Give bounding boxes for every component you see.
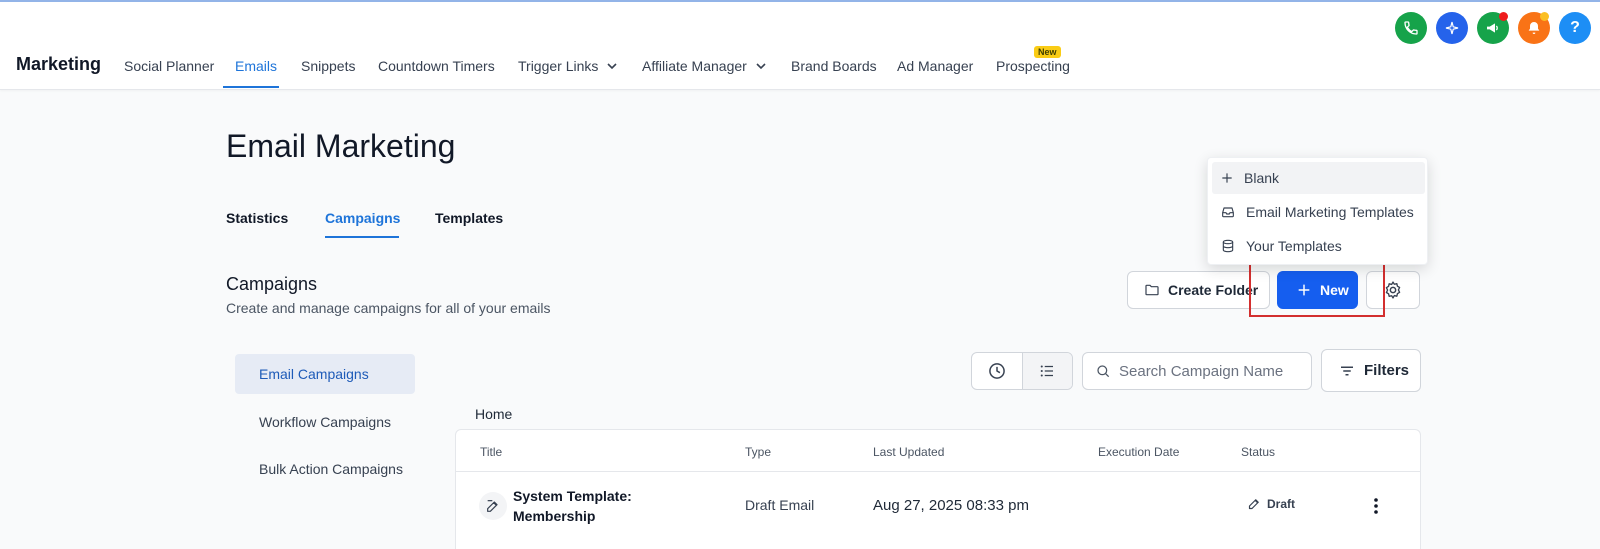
draft-email-icon — [479, 492, 507, 520]
column-header-title[interactable]: Title — [480, 445, 502, 459]
tab-statistics[interactable]: Statistics — [226, 210, 288, 226]
folder-icon — [1145, 284, 1159, 296]
menu-item-email-marketing-templates[interactable]: Email Marketing Templates — [1212, 196, 1425, 228]
nav-emails[interactable]: Emails — [235, 58, 277, 74]
sidebar-item-email-campaigns[interactable]: Email Campaigns — [235, 354, 415, 394]
column-header-status[interactable]: Status — [1241, 445, 1275, 459]
bell-icon — [1528, 22, 1540, 34]
announcements-button[interactable] — [1477, 12, 1509, 44]
help-button[interactable]: ? — [1559, 12, 1591, 44]
settings-button[interactable] — [1366, 271, 1420, 309]
nav-snippets[interactable]: Snippets — [301, 58, 355, 74]
unread-dot — [1499, 12, 1508, 21]
page-title: Email Marketing — [226, 128, 456, 164]
nav-trigger-links[interactable]: Trigger Links — [518, 58, 618, 74]
sidebar-item-bulk-action-campaigns[interactable]: Bulk Action Campaigns — [235, 449, 415, 489]
column-header-type[interactable]: Type — [745, 445, 771, 459]
gear-icon — [1385, 281, 1401, 299]
column-header-execution-date[interactable]: Execution Date — [1098, 445, 1179, 459]
status-badge: Draft — [1247, 496, 1295, 511]
phone-button[interactable] — [1395, 12, 1427, 44]
nav-active-indicator — [223, 86, 279, 88]
header-divider — [456, 471, 1420, 472]
recent-view-button[interactable] — [972, 353, 1022, 389]
sidebar-item-workflow-campaigns[interactable]: Workflow Campaigns — [235, 402, 415, 442]
nav-prospecting[interactable]: Prospecting — [996, 58, 1070, 74]
campaign-title[interactable]: System Template: Membership — [513, 486, 673, 526]
new-badge: New — [1034, 46, 1061, 58]
search-icon — [1097, 365, 1110, 378]
more-vertical-icon — [1374, 498, 1378, 514]
edit-icon — [487, 500, 498, 512]
chevron-down-icon — [607, 63, 617, 70]
section-title: Campaigns — [226, 274, 318, 294]
create-folder-button[interactable]: Create Folder — [1127, 271, 1270, 309]
search-box — [1082, 352, 1312, 390]
nav-ad-manager[interactable]: Ad Manager — [897, 58, 973, 74]
nav-countdown-timers[interactable]: Countdown Timers — [378, 58, 495, 74]
new-campaign-menu: Blank Email Marketing Templates Your Tem… — [1207, 157, 1428, 265]
tab-templates[interactable]: Templates — [435, 210, 503, 226]
database-icon — [1222, 239, 1234, 253]
clock-icon — [989, 363, 1005, 379]
help-icon: ? — [1570, 19, 1580, 36]
app-brand: Marketing — [16, 54, 102, 74]
phone-icon — [1404, 21, 1418, 35]
nav-social-planner[interactable]: Social Planner — [124, 58, 214, 74]
top-navigation-bar: Marketing Social Planner Emails Snippets… — [0, 2, 1600, 90]
column-header-last-updated[interactable]: Last Updated — [873, 445, 944, 459]
nav-brand-boards[interactable]: Brand Boards — [791, 58, 877, 74]
megaphone-icon — [1487, 23, 1498, 33]
edit-icon — [1248, 499, 1259, 510]
row-actions-button[interactable] — [1368, 494, 1384, 518]
campaigns-table: Title Type Last Updated Execution Date S… — [455, 429, 1421, 549]
plus-icon — [1222, 173, 1232, 183]
list-icon — [1041, 365, 1054, 377]
new-button[interactable]: New — [1277, 271, 1358, 309]
menu-item-blank[interactable]: Blank — [1212, 162, 1425, 194]
tab-campaigns[interactable]: Campaigns — [325, 210, 400, 226]
notification-dot — [1540, 12, 1549, 21]
filters-button[interactable]: Filters — [1321, 349, 1421, 392]
campaign-last-updated: Aug 27, 2025 08:33 pm — [873, 497, 1029, 514]
filter-icon — [1341, 366, 1353, 375]
plus-icon — [1298, 284, 1310, 296]
ai-assistant-button[interactable] — [1436, 12, 1468, 44]
menu-item-your-templates[interactable]: Your Templates — [1212, 230, 1425, 262]
inbox-icon — [1222, 207, 1234, 218]
view-toggle — [971, 352, 1073, 390]
tab-active-indicator — [325, 236, 399, 238]
search-input[interactable] — [1119, 362, 1309, 380]
chevron-down-icon — [756, 63, 766, 70]
list-view-button[interactable] — [1021, 353, 1072, 389]
notifications-button[interactable] — [1518, 12, 1550, 44]
sparkle-icon — [1445, 21, 1459, 35]
nav-affiliate-manager[interactable]: Affiliate Manager — [642, 58, 767, 74]
breadcrumb[interactable]: Home — [475, 406, 512, 422]
campaign-type: Draft Email — [745, 497, 815, 513]
section-subtitle: Create and manage campaigns for all of y… — [226, 300, 551, 316]
